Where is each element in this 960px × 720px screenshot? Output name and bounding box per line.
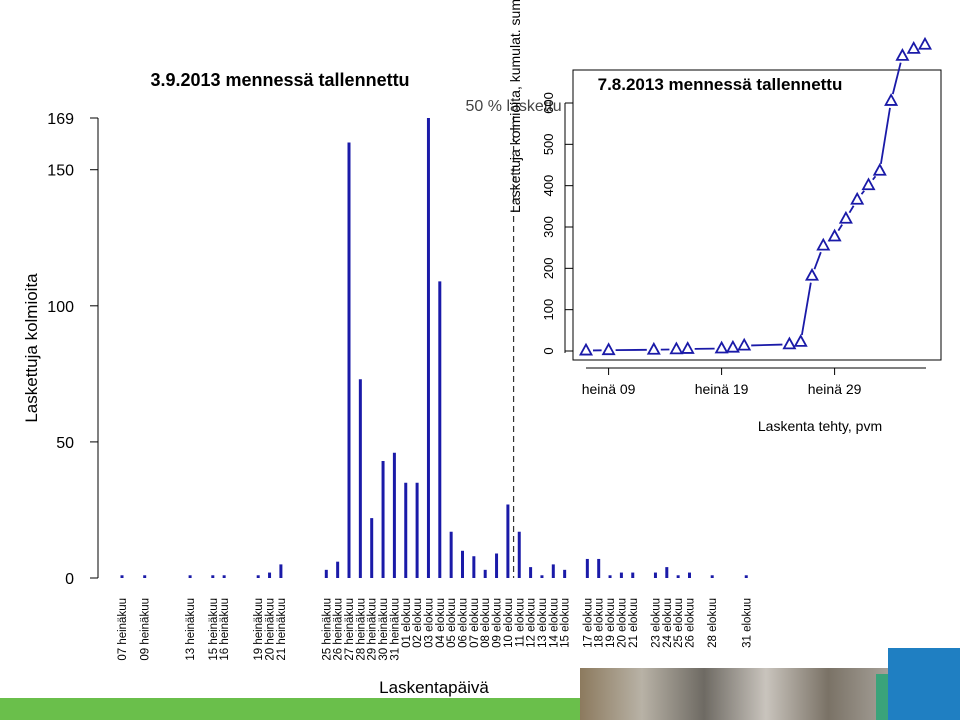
- footer-green-bar: [0, 698, 600, 720]
- inset-triangle-marker: [895, 48, 910, 61]
- inset-chart-ylabel: Laskettuja kolmioita, kumulat. sum: [507, 0, 523, 213]
- footer-photo-strip: [580, 668, 890, 720]
- inset-ytick-label: 300: [541, 216, 556, 238]
- inset-xtick-label: heinä 19: [695, 381, 749, 397]
- inset-chart-xlabel: Laskenta tehty, pvm: [758, 418, 882, 434]
- inset-ytick-label: 400: [541, 175, 556, 197]
- inset-triangle-marker: [917, 36, 933, 50]
- cumulative-line-chart: 7.8.2013 mennessä tallennettu Laskettuja…: [507, 0, 942, 434]
- footer-blue-block: [888, 648, 960, 720]
- inset-chart-title: 7.8.2013 mennessä tallennettu: [598, 75, 843, 94]
- inset-ytick-label: 200: [541, 257, 556, 279]
- inset-xtick-label: heinä 09: [582, 381, 636, 397]
- inset-ytick-label: 500: [541, 133, 556, 155]
- footer-teal-block: [876, 674, 888, 720]
- inset-xtick-label: heinä 29: [808, 381, 862, 397]
- inset-line-segment: [751, 343, 783, 347]
- inset-ytick-label: 0: [541, 347, 556, 354]
- inset-plot-box: [572, 69, 942, 361]
- inset-ytick-label: 100: [541, 299, 556, 321]
- inset-triangle-marker: [906, 40, 921, 54]
- inset-ytick-label: 600: [541, 92, 556, 114]
